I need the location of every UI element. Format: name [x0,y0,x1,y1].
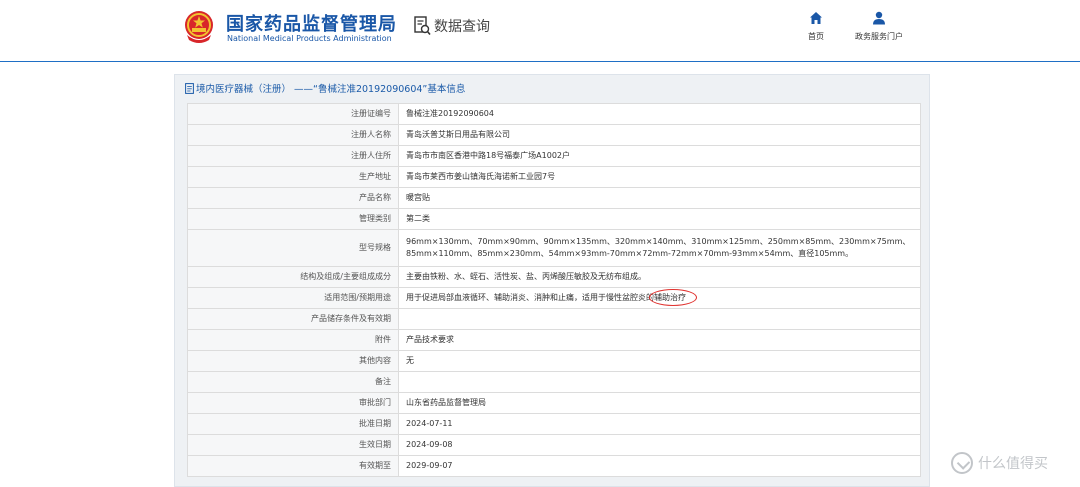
site-header: 国家药品监督管理局 National Medical Products Admi… [0,0,1080,62]
watermark-logo-icon [951,452,973,474]
row-label: 产品名称 [187,187,399,209]
table-row: 注册人住所 青岛市市南区香港中路18号福泰广场A1002户 [187,145,921,167]
row-label: 生效日期 [187,434,399,456]
row-value-intended-use: 用于促进局部血液循环、辅助消炎、消肿和止痛，适用于慢性盆腔炎的辅助治疗 [398,287,921,309]
row-label: 注册人名称 [187,124,399,146]
nav-service-portal[interactable]: 政务服务门户 [848,11,910,42]
intended-use-text: 用于促进局部血液循环、辅助消炎、消肿和止痛，适用于慢性盆腔炎的 [406,293,654,302]
row-value: 产品技术要求 [398,329,921,351]
info-table: 注册证编号 鲁械注准20192090604 注册人名称 青岛沃普艾斯日用品有限公司 … [187,103,921,477]
row-label: 附件 [187,329,399,351]
table-row: 生产地址 青岛市莱西市姜山镇海氏海诺新工业园7号 [187,166,921,188]
national-emblem-icon [185,11,213,43]
row-label: 结构及组成/主要组成成分 [187,266,399,288]
row-label: 型号规格 [187,229,399,267]
row-value: 第二类 [398,208,921,230]
table-row: 生效日期 2024-09-08 [187,434,921,456]
row-value: 2024-09-08 [398,434,921,456]
nav-home[interactable]: 首页 [800,11,832,42]
table-row: 有效期至 2029-09-07 [187,455,921,477]
data-query-link[interactable]: 数据查询 [414,16,490,36]
table-row: 结构及组成/主要组成成分 主要由铁粉、水、蛭石、活性炭、盐、丙烯酸压敏胶及无纺布组… [187,266,921,288]
row-value: 暖宫贴 [398,187,921,209]
highlighted-phrase: 辅助治疗 [649,289,697,306]
site-subtitle: National Medical Products Administration [227,34,392,43]
watermark: 什么值得买 [951,452,1048,474]
table-row: 备注 [187,371,921,393]
row-label: 注册证编号 [187,103,399,125]
table-row: 其他内容无 [187,350,921,372]
table-row: 注册人名称 青岛沃普艾斯日用品有限公司 [187,124,921,146]
table-row: 批准日期 2024-07-11 [187,413,921,435]
row-value: 主要由铁粉、水、蛭石、活性炭、盐、丙烯酸压敏胶及无纺布组成。 [398,266,921,288]
site-title[interactable]: 国家药品监督管理局 [226,10,397,36]
table-row: 适用范围/预期用途 用于促进局部血液循环、辅助消炎、消肿和止痛，适用于慢性盆腔炎… [187,287,921,309]
table-row: 附件 产品技术要求 [187,329,921,351]
nav-home-label: 首页 [808,32,824,41]
info-panel: 境内医疗器械（注册） ——“鲁械注准20192090604”基本信息 注册证编号… [174,74,930,487]
table-row: 产品储存条件及有效期 [187,308,921,330]
row-label: 管理类别 [187,208,399,230]
row-value [398,371,921,393]
panel-title-text: 境内医疗器械（注册） ——“鲁械注准20192090604”基本信息 [196,84,466,95]
row-label: 注册人住所 [187,145,399,167]
red-circle-annotation [649,289,697,306]
table-row: 注册证编号 鲁械注准20192090604 [187,103,921,125]
data-query-label: 数据查询 [434,19,490,35]
row-label: 备注 [187,371,399,393]
row-label: 其他内容 [187,350,399,372]
row-label: 审批部门 [187,392,399,414]
row-label: 生产地址 [187,166,399,188]
table-row: 型号规格 96mm×130mm、70mm×90mm、90mm×135mm、320m… [187,229,921,267]
watermark-text: 什么值得买 [978,456,1048,472]
row-value: 鲁械注准20192090604 [398,103,921,125]
row-label: 产品储存条件及有效期 [187,308,399,330]
panel-title: 境内医疗器械（注册） ——“鲁械注准20192090604”基本信息 [185,81,465,95]
row-label: 有效期至 [187,455,399,477]
table-row: 产品名称 暖宫贴 [187,187,921,209]
document-icon [185,82,194,94]
row-label: 适用范围/预期用途 [187,287,399,309]
table-row: 审批部门 山东省药品监督管理局 [187,392,921,414]
row-value: 山东省药品监督管理局 [398,392,921,414]
nav-service-portal-label: 政务服务门户 [855,32,903,41]
header-divider [0,61,1080,62]
home-icon [810,12,822,24]
row-value: 无 [398,350,921,372]
row-label: 批准日期 [187,413,399,435]
table-row: 管理类别 第二类 [187,208,921,230]
user-icon [873,11,885,25]
row-value: 青岛沃普艾斯日用品有限公司 [398,124,921,146]
row-value: 青岛市莱西市姜山镇海氏海诺新工业园7号 [398,166,921,188]
row-value: 2029-09-07 [398,455,921,477]
row-value: 青岛市市南区香港中路18号福泰广场A1002户 [398,145,921,167]
document-search-icon [414,16,431,36]
row-value [398,308,921,330]
row-value: 2024-07-11 [398,413,921,435]
row-value: 96mm×130mm、70mm×90mm、90mm×135mm、320mm×14… [398,229,921,267]
